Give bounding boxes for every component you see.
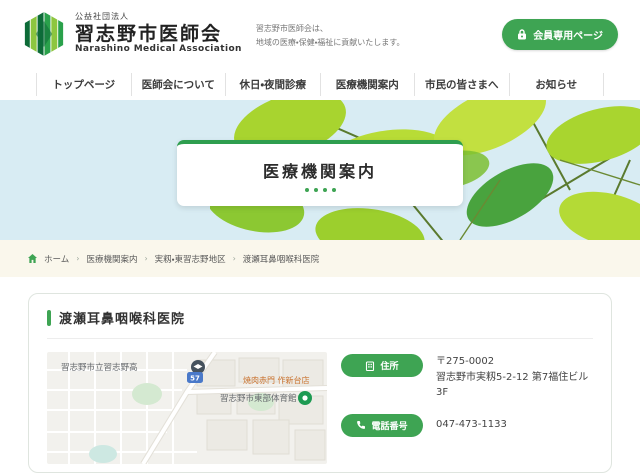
site-header: 公益社団法人 習志野市医師会 Narashino Medical Associa… bbox=[0, 0, 640, 68]
member-page-button-label: 会員専用ページ bbox=[533, 27, 603, 42]
title-dots-decoration bbox=[305, 188, 336, 192]
home-icon bbox=[28, 254, 37, 263]
nav-item-about[interactable]: 医師会について bbox=[131, 73, 226, 96]
postal-code: 〒275-0002 bbox=[436, 354, 593, 370]
nav-item-citizens[interactable]: 市民の皆さまへ bbox=[414, 73, 509, 96]
nav-item-medical-institutions[interactable]: 医療機関案内 bbox=[320, 73, 415, 96]
nav-item-news[interactable]: お知らせ bbox=[509, 73, 605, 96]
lock-icon bbox=[517, 29, 527, 40]
street-address: 習志野市実籾5-2-12 第7福住ビル3F bbox=[436, 370, 593, 401]
address-value: 〒275-0002 習志野市実籾5-2-12 第7福住ビル3F bbox=[436, 354, 593, 401]
member-page-button[interactable]: 会員専用ページ bbox=[502, 19, 618, 50]
hero-banner: 医療機関案内 bbox=[0, 100, 640, 240]
heading-accent-bar bbox=[47, 310, 51, 326]
breadcrumb-current-clinic: 渡瀬耳鼻咽喉科医院 bbox=[243, 253, 320, 265]
map-gym-icon bbox=[298, 391, 312, 405]
phone-row: 電話番号 047-473-1133 bbox=[341, 414, 593, 437]
breadcrumb-separator: › bbox=[144, 254, 147, 263]
site-tagline: 習志野市医師会は、 地域の医療・保健・福祉に貢献いたします。 bbox=[256, 18, 405, 49]
map-school-icon bbox=[191, 360, 205, 374]
main-content: 渡瀬耳鼻咽喉科医院 bbox=[0, 277, 640, 473]
svg-text:57: 57 bbox=[190, 375, 200, 383]
map-route-shield: 57 bbox=[187, 372, 203, 383]
nav-item-top[interactable]: トップページ bbox=[36, 73, 131, 96]
org-name: 習志野市医師会 bbox=[75, 24, 242, 45]
clinic-location-map[interactable]: 習志野市立習志野高 57 焼肉赤門 作新台店 習志野市東部体育館 bbox=[47, 352, 327, 464]
map-restaurant-label: 焼肉赤門 作新台店 bbox=[243, 375, 310, 385]
page-title-card: 医療機関案内 bbox=[177, 140, 463, 206]
nav-item-holiday-care[interactable]: 休日・夜間診療 bbox=[225, 73, 320, 96]
building-icon bbox=[365, 361, 375, 371]
address-badge: 住所 bbox=[341, 354, 423, 377]
breadcrumb-medical-institutions[interactable]: 医療機関案内 bbox=[86, 253, 137, 265]
breadcrumb: ホーム › 医療機関案内 › 実籾・東習志野地区 › 渡瀬耳鼻咽喉科医院 bbox=[0, 240, 640, 277]
association-logo-icon[interactable] bbox=[22, 11, 66, 57]
clinic-info: 住所 〒275-0002 習志野市実籾5-2-12 第7福住ビル3F 電話番号 bbox=[341, 352, 593, 464]
breadcrumb-separator: › bbox=[76, 254, 79, 263]
breadcrumb-district[interactable]: 実籾・東習志野地区 bbox=[155, 253, 226, 265]
breadcrumb-separator: › bbox=[233, 254, 236, 263]
phone-badge: 電話番号 bbox=[341, 414, 423, 437]
phone-icon bbox=[356, 420, 366, 430]
clinic-heading: 渡瀬耳鼻咽喉科医院 bbox=[47, 308, 593, 327]
address-row: 住所 〒275-0002 習志野市実籾5-2-12 第7福住ビル3F bbox=[341, 354, 593, 401]
main-navigation: トップページ 医師会について 休日・夜間診療 医療機関案内 市民の皆さまへ お知… bbox=[36, 68, 604, 100]
map-school-label: 習志野市立習志野高 bbox=[61, 362, 138, 373]
phone-badge-label: 電話番号 bbox=[371, 419, 407, 432]
map-gym-label: 習志野市東部体育館 bbox=[220, 393, 297, 404]
breadcrumb-home[interactable]: ホーム bbox=[44, 253, 69, 265]
page-title: 医療機関案内 bbox=[263, 158, 377, 182]
heading-divider bbox=[47, 338, 593, 339]
org-identity[interactable]: 公益社団法人 習志野市医師会 Narashino Medical Associa… bbox=[75, 13, 242, 56]
clinic-name: 渡瀬耳鼻咽喉科医院 bbox=[59, 308, 185, 327]
address-badge-label: 住所 bbox=[380, 359, 398, 372]
phone-value[interactable]: 047-473-1133 bbox=[436, 417, 507, 433]
org-type-label: 公益社団法人 bbox=[75, 13, 242, 22]
org-name-english: Narashino Medical Association bbox=[75, 45, 242, 55]
clinic-detail-card: 渡瀬耳鼻咽喉科医院 bbox=[28, 293, 612, 473]
